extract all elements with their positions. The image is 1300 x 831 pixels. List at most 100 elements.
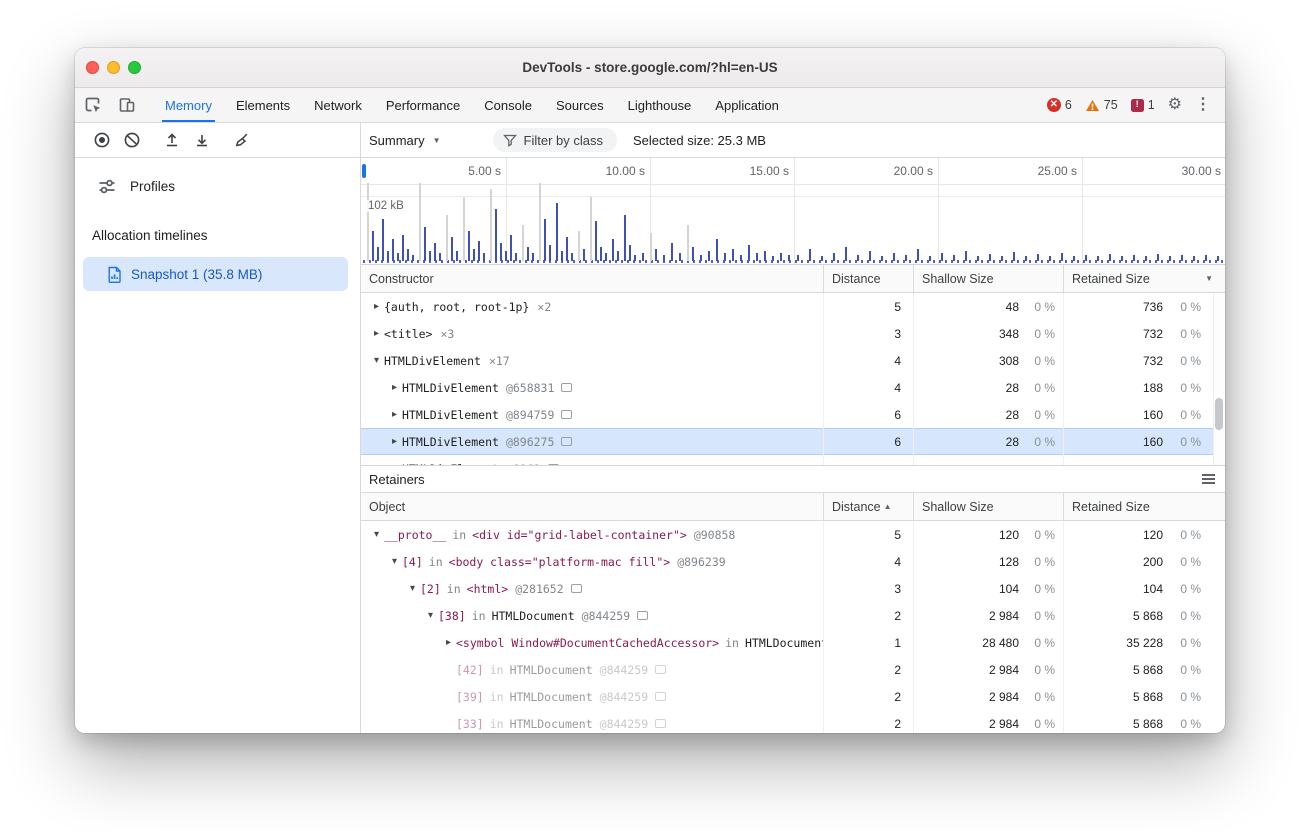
collapse-arrow-icon[interactable]: ▾ — [405, 583, 420, 594]
inspect-element-icon[interactable] — [77, 88, 109, 122]
tab-elements[interactable]: Elements — [224, 88, 302, 122]
timeline-bar — [893, 253, 895, 261]
expand-arrow-icon[interactable]: ▸ — [387, 436, 402, 447]
column-header-constructor[interactable]: Constructor — [361, 265, 823, 292]
scrollbar-thumb[interactable] — [1215, 398, 1223, 430]
edge-name: __proto__ — [384, 528, 446, 542]
retainer-row[interactable]: [33]inHTMLDocument@84425922 9840 %5 8680… — [361, 710, 1225, 733]
record-heap-icon[interactable] — [87, 131, 117, 149]
node-reveal-icon[interactable] — [561, 383, 572, 392]
column-header-shallow-size[interactable]: Shallow Size — [913, 493, 1063, 520]
collapse-arrow-icon[interactable]: ▾ — [369, 529, 384, 540]
column-header-shallow-size[interactable]: Shallow Size — [913, 265, 1063, 292]
chevron-down-icon: ▼ — [433, 136, 441, 145]
sidebar-item-profiles[interactable]: Profiles — [75, 166, 360, 206]
timeline-bar — [869, 251, 871, 261]
constructor-row[interactable]: ▸HTMLDivElement@8947596280 %1600 % — [361, 401, 1225, 428]
close-window-button[interactable] — [86, 61, 99, 74]
expand-arrow-icon[interactable]: ▸ — [441, 637, 456, 648]
error-counter[interactable]: ✕ 6 — [1047, 98, 1072, 112]
retainer-object-cell: [33]inHTMLDocument@844259 — [361, 710, 823, 733]
timeline-bar — [539, 183, 541, 261]
object-name: HTMLDivElement — [402, 408, 499, 422]
timeline-bar — [527, 247, 529, 261]
tab-console[interactable]: Console — [472, 88, 544, 122]
collapse-arrow-icon[interactable]: ▾ — [423, 610, 438, 621]
settings-gear-icon[interactable]: ⚙ — [1168, 97, 1182, 113]
clear-profiles-icon[interactable] — [117, 131, 147, 149]
retainer-row[interactable]: ▾[4]in<body class="platform-mac fill">@8… — [361, 548, 1225, 575]
perspective-select[interactable]: Summary ▼ — [369, 133, 441, 148]
tab-sources[interactable]: Sources — [544, 88, 616, 122]
retainer-row[interactable]: [39]inHTMLDocument@84425922 9840 %5 8680… — [361, 683, 1225, 710]
tab-performance[interactable]: Performance — [374, 88, 472, 122]
timeline-bar — [387, 251, 389, 261]
constructor-row[interactable]: ▸<title>×333480 %7320 % — [361, 320, 1225, 347]
sidebar-item-snapshot-1[interactable]: Snapshot 1 (35.8 MB) — [83, 257, 348, 291]
column-header-object[interactable]: Object — [361, 493, 823, 520]
timeline-range-handle[interactable] — [362, 164, 366, 178]
minimize-window-button[interactable] — [107, 61, 120, 74]
tab-network[interactable]: Network — [302, 88, 374, 122]
retainer-row[interactable]: [42]inHTMLDocument@84425922 9840 %5 8680… — [361, 656, 1225, 683]
class-filter-input[interactable]: Filter by class — [493, 128, 617, 152]
collapse-arrow-icon[interactable]: ▾ — [387, 556, 402, 567]
more-options-icon[interactable]: ⋮ — [1195, 97, 1211, 113]
in-keyword: in — [725, 636, 739, 650]
node-reveal-icon[interactable] — [561, 437, 572, 446]
size-percent: 0 % — [1019, 636, 1063, 650]
timeline-tick-label: 5.00 s — [431, 164, 501, 178]
column-header-retained-size[interactable]: Retained Size — [1063, 493, 1225, 520]
column-header-retained-size[interactable]: Retained Size ▼ — [1063, 265, 1225, 292]
distance-cell: 2 — [823, 710, 913, 733]
scrollbar-track[interactable] — [1213, 293, 1225, 465]
load-profile-icon[interactable] — [157, 131, 187, 149]
size-value: 28 — [1006, 408, 1019, 422]
tab-lighthouse[interactable]: Lighthouse — [616, 88, 704, 122]
warning-counter[interactable]: 75 — [1085, 98, 1118, 112]
node-reveal-icon[interactable] — [655, 665, 666, 674]
expand-arrow-icon[interactable]: ▸ — [387, 382, 402, 393]
instance-count: ×2 — [537, 300, 551, 314]
retainer-row[interactable]: ▾[38]inHTMLDocument@84425922 9840 %5 868… — [361, 602, 1225, 629]
retainer-object-cell: ▸<symbol Window#DocumentCachedAccessor>i… — [361, 629, 823, 656]
constructor-row[interactable]: ▸HTMLDivElement@8963 — [361, 455, 1225, 465]
retainer-row[interactable]: ▸<symbol Window#DocumentCachedAccessor>i… — [361, 629, 1225, 656]
column-header-distance[interactable]: Distance ▲ — [823, 493, 913, 520]
device-toolbar-icon[interactable] — [111, 88, 143, 122]
save-profile-icon[interactable] — [187, 131, 217, 149]
retainer-row[interactable]: ▾[2]in<html>@28165231040 %1040 % — [361, 575, 1225, 602]
column-header-label: Retained Size — [1072, 500, 1150, 514]
tab-memory[interactable]: Memory — [153, 88, 224, 122]
node-reveal-icon[interactable] — [561, 410, 572, 419]
clear-all-broom-icon[interactable] — [227, 131, 257, 149]
tab-application[interactable]: Application — [703, 88, 791, 122]
node-reveal-icon[interactable] — [637, 611, 648, 620]
tune-sliders-icon — [97, 177, 117, 196]
retainer-row[interactable]: ▾__proto__in<div id="grid-label-containe… — [361, 521, 1225, 548]
expand-arrow-icon[interactable]: ▸ — [369, 328, 384, 339]
retainers-menu-icon[interactable] — [1202, 478, 1215, 480]
expand-arrow-icon[interactable]: ▸ — [387, 409, 402, 420]
issues-counter[interactable]: ! 1 — [1131, 98, 1155, 112]
column-header-distance[interactable]: Distance — [823, 265, 913, 292]
shallow-size-cell: 3080 % — [913, 347, 1063, 374]
zoom-window-button[interactable] — [128, 61, 141, 74]
object-id: @844259 — [600, 690, 648, 704]
allocation-timeline-overview[interactable]: 102 kB 5.00 s10.00 s15.00 s20.00 s25.00 … — [361, 158, 1225, 265]
constructor-row[interactable]: ▾HTMLDivElement×1743080 %7320 % — [361, 347, 1225, 374]
node-reveal-icon[interactable] — [655, 692, 666, 701]
expand-arrow-icon[interactable]: ▸ — [369, 301, 384, 312]
node-reveal-icon[interactable] — [655, 719, 666, 728]
constructor-row[interactable]: ▸HTMLDivElement@8962756280 %1600 % — [361, 428, 1225, 455]
distance-cell: 3 — [823, 320, 913, 347]
constructor-row[interactable]: ▸{auth, root, root-1p}×25480 %7360 % — [361, 293, 1225, 320]
node-reveal-icon[interactable] — [571, 584, 582, 593]
instance-count: ×17 — [489, 354, 510, 368]
retainer-object-name: HTMLDocument — [510, 690, 593, 704]
retainers-title: Retainers — [369, 472, 425, 487]
constructor-row[interactable]: ▸HTMLDivElement@6588314280 %1880 % — [361, 374, 1225, 401]
heap-snapshot-icon — [107, 266, 122, 283]
collapse-arrow-icon[interactable]: ▾ — [369, 355, 384, 366]
timeline-bar — [881, 256, 883, 261]
